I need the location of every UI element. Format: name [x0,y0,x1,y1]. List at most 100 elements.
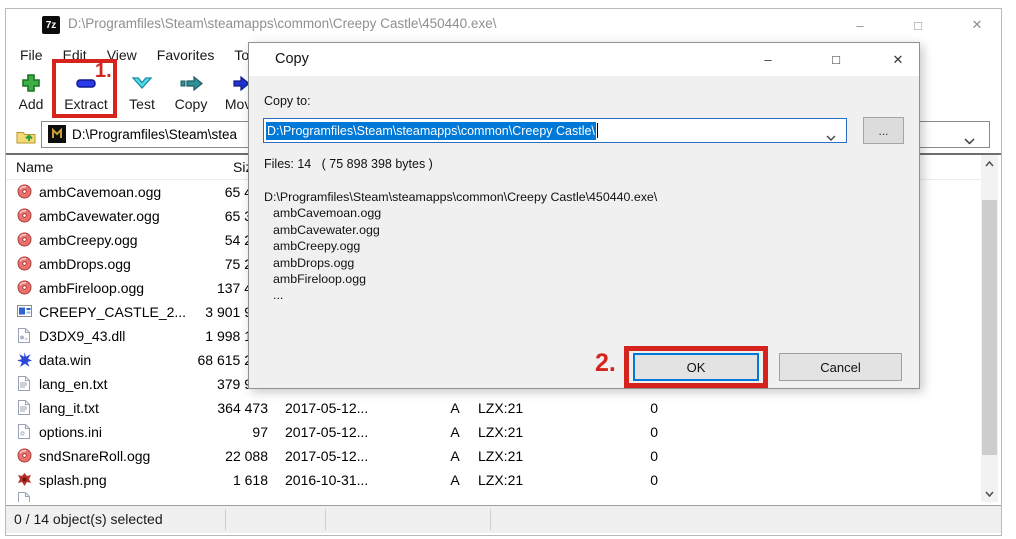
file-size: 137 4 [216,280,252,296]
file-attributes: A [450,424,460,440]
file-folders: 0 [650,424,658,440]
dialog-close-button[interactable]: ✕ [881,47,915,72]
app-file-icon [17,304,33,320]
minimize-button[interactable]: – [844,12,876,38]
dialog-maximize-button[interactable]: □ [819,47,853,72]
file-size: 364 473 [217,400,268,416]
file-method: LZX:21 [478,424,524,440]
file-name: lang_en.txt [39,376,108,392]
data-file-icon [17,352,33,368]
file-method: LZX:21 [478,400,524,416]
table-row[interactable]: lang_it.txt 364 473 2017-05-12... A LZX:… [6,396,981,420]
test-chevron-icon [129,71,155,95]
dialog-file-list-line: D:\Programfiles\Steam\steamapps\common\C… [264,190,658,204]
status-bar: 0 / 14 object(s) selected [6,505,1001,533]
vertical-scrollbar[interactable] [981,155,998,502]
file-name: sndSnareRoll.ogg [39,448,151,464]
file-name: options.ini [39,424,103,440]
table-row[interactable]: splash.png 1 618 2016-10-31... A LZX:21 … [6,468,981,492]
status-divider [325,509,326,530]
dialog-file-list-line: ambCavewater.ogg [273,222,380,237]
file-name: lang_it.txt [39,400,99,416]
dialog-minimize-button[interactable]: – [751,47,785,72]
audio-file-icon [17,256,33,272]
file-size: 3 901 9 [205,304,252,320]
file-name: ambFireloop.ogg [39,280,145,296]
file-attributes: A [450,400,460,416]
file-date: 2017-05-12... [285,448,369,464]
close-button[interactable]: ✕ [961,12,993,38]
annotation-number-step2: 2. [595,349,616,377]
add-label: Add [18,96,44,112]
status-divider [225,509,226,530]
file-size: 75 2 [224,256,252,272]
file-folders: 0 [650,472,658,488]
file-name: ambCreepy.ogg [39,232,138,248]
dialog-title: Copy [275,51,309,67]
dialog-file-list: D:\Programfiles\Steam\steamapps\common\C… [264,189,657,304]
file-date: 2017-05-12... [285,400,369,416]
dialog-file-list-line: ambCavemoan.ogg [273,206,382,221]
file-name: D3DX9_43.dll [39,328,126,344]
text-caret [596,123,598,138]
file-attributes: A [450,448,460,464]
chevron-down-icon[interactable] [826,128,836,146]
audio-file-icon [17,208,33,224]
up-folder-icon [16,131,36,143]
cancel-button[interactable]: Cancel [779,353,902,381]
menu-item-favorites[interactable]: Favorites [147,47,225,63]
table-row[interactable]: sndSnareRoll.ogg 22 088 2017-05-12... A … [6,444,981,468]
file-date: 2016-10-31... [285,472,369,488]
file-method: LZX:21 [478,448,524,464]
table-row-partial[interactable] [17,492,33,502]
browse-button[interactable]: ... [863,117,904,144]
annotation-number-step1: 1. [95,60,112,82]
add-button[interactable]: Add [8,71,54,119]
copy-label: Copy [174,96,208,112]
image-file-icon [17,472,33,488]
audio-file-icon [17,280,33,296]
screen: 7z D:\Programfiles\Steam\steamapps\commo… [0,0,1016,539]
file-size: 379 9 [216,376,252,392]
destination-path-combo[interactable]: D:\Programfiles\Steam\steamapps\common\C… [263,118,847,143]
up-folder-button[interactable] [13,124,39,148]
window-title: D:\Programfiles\Steam\steamapps\common\C… [68,16,497,31]
file-folders: 0 [650,448,658,464]
file-name: ambCavemoan.ogg [39,184,162,200]
file-name: splash.png [39,472,107,488]
file-size: 22 088 [225,448,268,464]
test-button[interactable]: Test [118,71,166,119]
menu-item-file[interactable]: File [10,47,53,63]
scrollbar-thumb[interactable] [982,200,997,455]
file-folders: 0 [650,400,658,416]
copy-dialog: Copy – □ ✕ Copy to: D:\Programfiles\Stea… [248,42,920,389]
status-divider [490,509,491,530]
chevron-down-icon[interactable] [964,132,975,150]
audio-file-icon [17,184,33,200]
file-size: 1 618 [232,472,268,488]
scroll-up-arrow[interactable] [981,155,998,172]
file-name: ambDrops.ogg [39,256,131,272]
file-size: 97 [252,424,268,440]
file-date: 2017-05-12... [285,424,369,440]
app-icon: 7z [42,16,60,34]
maximize-button[interactable]: □ [902,12,934,38]
table-row[interactable]: options.ini 97 2017-05-12... A LZX:21 0 [6,420,981,444]
dialog-file-list-line: ... [273,288,284,303]
test-label: Test [129,96,155,112]
file-size: 54 2 [224,232,252,248]
file-attributes: A [450,472,460,488]
dialog-file-list-line: ambCreepy.ogg [273,239,361,254]
copy-button[interactable]: Copy [164,71,218,119]
scroll-down-arrow[interactable] [981,485,998,502]
file-size: 65 3 [224,208,252,224]
copy-to-label: Copy to: [264,94,311,108]
dialog-titlebar[interactable]: Copy – □ ✕ [249,43,919,76]
file-size: 65 4 [224,184,252,200]
main-titlebar[interactable]: 7z D:\Programfiles\Steam\steamapps\commo… [6,9,1001,41]
add-plus-icon [18,71,44,95]
column-header-name[interactable]: Name [16,159,53,175]
file-name: data.win [39,352,92,368]
audio-file-icon [17,448,33,464]
destination-path-value[interactable]: D:\Programfiles\Steam\steamapps\common\C… [266,121,596,140]
